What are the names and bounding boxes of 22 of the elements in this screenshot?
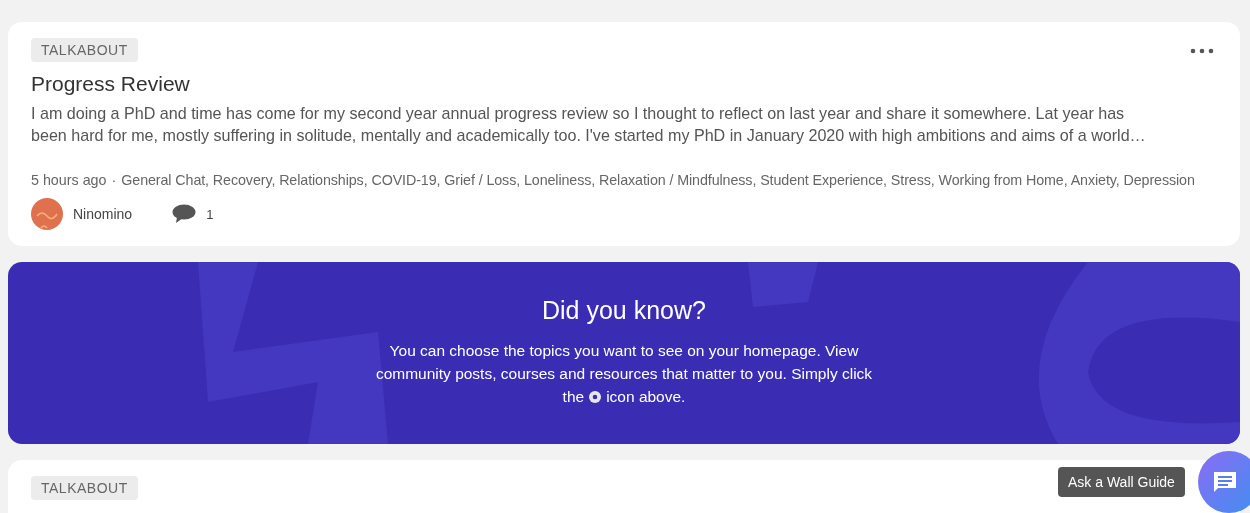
- comment-icon: [172, 204, 197, 224]
- post-time: 5 hours ago: [31, 172, 107, 188]
- comment-count: 1: [206, 206, 214, 222]
- tip-text: icon above.: [606, 387, 686, 407]
- post-excerpt: I am doing a PhD and time has come for my second year annual progress review so I thought to reflect on last year and share it somewhere. Lat year has: [31, 103, 1126, 124]
- category-tag: TALKABOUT: [31, 38, 138, 62]
- post-excerpt: been hard for me, mostly suffering in solitude, mentally and academically too. I've started my PhD in January 2020 with high ambitions and aims of a world…: [31, 125, 1147, 146]
- gear-icon: [587, 388, 604, 405]
- post-topics: General Chat, Recovery, Relationships, COVID-19, Grief / Loss, Loneliness, Relaxation / Mindfulness, Student Experience, Stress, Working from Home, Anxiety, Depression: [121, 172, 1195, 188]
- tip-text: community posts, courses and resources that matter to you. Simply click: [374, 364, 874, 384]
- post-title[interactable]: Progress Review: [31, 72, 1218, 96]
- category-tag: TALKABOUT: [31, 476, 138, 500]
- tip-title: Did you know?: [542, 296, 706, 325]
- separator-dot: ·: [111, 172, 117, 188]
- chat-icon: [1212, 470, 1238, 494]
- tip-text: the: [562, 387, 585, 407]
- chat-button[interactable]: [1198, 451, 1250, 513]
- avatar-icon: [31, 198, 63, 230]
- author-name[interactable]: Ninomino: [73, 206, 133, 222]
- chat-tooltip: Ask a Wall Guide: [1058, 467, 1185, 497]
- tip-text: You can choose the topics you want to see on your homepage. View: [388, 341, 860, 361]
- more-icon[interactable]: [1190, 48, 1214, 54]
